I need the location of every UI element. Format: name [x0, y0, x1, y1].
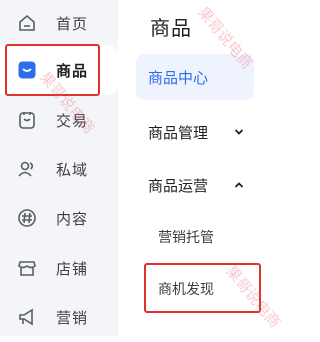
- sidebar-item-marketing[interactable]: 营销: [0, 292, 118, 342]
- menu-group-label: 商品管理: [148, 123, 209, 142]
- hashtag-icon: [16, 207, 38, 229]
- store-icon: [16, 257, 38, 279]
- menu-group-label: 商品运营: [148, 176, 209, 195]
- chevron-up-icon: [234, 182, 244, 188]
- sidebar-item-label: 商品: [56, 61, 89, 80]
- home-icon: [16, 12, 38, 34]
- secondary-menu-panel: 商品 商品中心 商品管理 商品运营 营销托管 商机发现: [130, 0, 283, 336]
- menu-group-product-operations[interactable]: 商品运营: [148, 171, 244, 199]
- sidebar-item-private-domain[interactable]: 私域: [0, 144, 118, 194]
- product-icon: [16, 59, 38, 81]
- sidebar-item-label: 店铺: [56, 259, 89, 278]
- sidebar-item-transactions[interactable]: 交易: [0, 95, 118, 145]
- sidebar-item-label: 交易: [56, 111, 89, 130]
- sidebar-item-store[interactable]: 店铺: [0, 243, 118, 293]
- sidebar-item-label: 内容: [56, 209, 89, 228]
- sidebar-item-content[interactable]: 内容: [0, 193, 118, 243]
- menu-item-label: 商品中心: [148, 69, 209, 87]
- menu-group-product-management[interactable]: 商品管理: [148, 118, 244, 146]
- sidebar-item-home[interactable]: 首页: [0, 0, 118, 48]
- sidebar-item-label: 首页: [56, 14, 89, 33]
- chevron-down-icon: [234, 129, 244, 135]
- menu-item-marketing-hosting[interactable]: 营销托管: [158, 227, 214, 247]
- order-icon: [16, 109, 38, 131]
- megaphone-icon: [16, 306, 38, 328]
- sidebar-item-label: 营销: [56, 308, 89, 327]
- sidebar-item-label: 私域: [56, 160, 89, 179]
- menu-item-product-center[interactable]: 商品中心: [136, 54, 254, 100]
- panel-title: 商品: [150, 16, 192, 40]
- menu-item-opportunity-discovery[interactable]: 商机发现: [158, 279, 214, 299]
- sidebar-item-products[interactable]: 商品: [0, 45, 118, 95]
- users-icon: [16, 158, 38, 180]
